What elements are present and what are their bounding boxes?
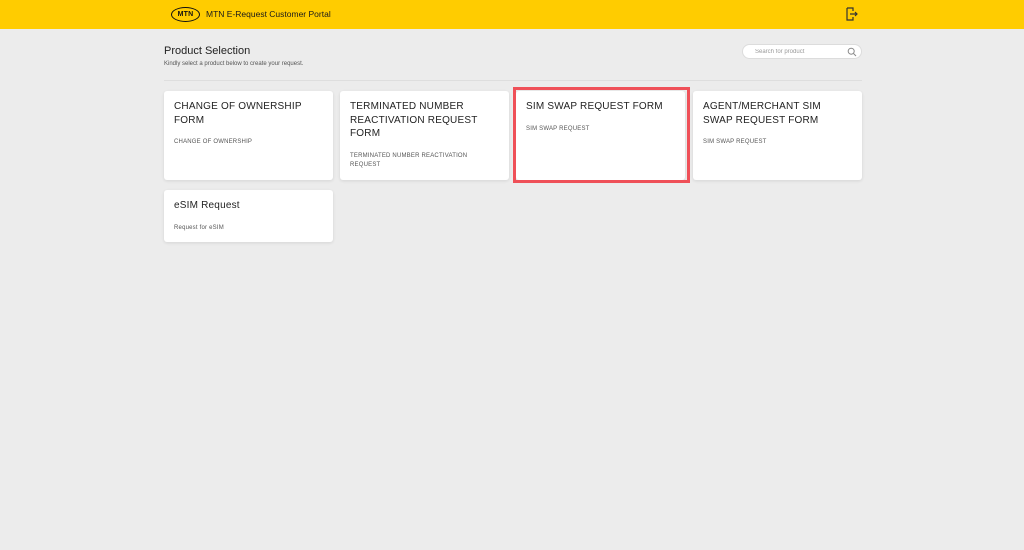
- page-title: Product Selection: [164, 45, 251, 57]
- search-box[interactable]: [742, 44, 862, 59]
- product-card-description: SIM SWAP REQUEST: [526, 125, 590, 132]
- product-card-agent-merchant-sim-swap[interactable]: AGENT/MERCHANT SIM SWAP REQUEST FORM SIM…: [693, 91, 862, 180]
- product-card-description: TERMINATED NUMBER REACTIVATION REQUEST: [350, 152, 468, 169]
- product-card-title: AGENT/MERCHANT SIM SWAP REQUEST FORM: [703, 101, 821, 126]
- search-input[interactable]: [755, 47, 843, 57]
- product-card-terminated-number-reactivation[interactable]: TERMINATED NUMBER REACTIVATION REQUEST F…: [340, 91, 509, 180]
- product-card-description: SIM SWAP REQUEST: [703, 139, 767, 145]
- divider: [164, 80, 862, 81]
- product-card-esim[interactable]: eSIM Request Request for eSIM: [164, 190, 333, 242]
- product-card-sim-swap[interactable]: SIM SWAP REQUEST FORM SIM SWAP REQUEST: [516, 91, 685, 180]
- product-card-title: TERMINATED NUMBER REACTIVATION REQUEST F…: [350, 101, 478, 139]
- product-card-description: CHANGE OF OWNERSHIP: [174, 139, 253, 145]
- product-card-title: eSIM Request: [174, 200, 240, 211]
- app-title: MTN E-Request Customer Portal: [206, 9, 331, 19]
- product-card-description: Request for eSIM: [174, 224, 224, 231]
- logout-door-icon[interactable]: [846, 7, 858, 21]
- top-bar: MTN MTN E-Request Customer Portal: [0, 0, 1024, 29]
- product-card-title: SIM SWAP REQUEST FORM: [526, 101, 663, 112]
- mtn-logo[interactable]: MTN: [171, 7, 200, 22]
- search-icon[interactable]: [847, 47, 857, 57]
- product-card-title: CHANGE OF OWNERSHIP FORM: [174, 101, 302, 126]
- page-subtitle: Kindly select a product below to create …: [164, 61, 304, 67]
- product-card-change-of-ownership[interactable]: CHANGE OF OWNERSHIP FORM CHANGE OF OWNER…: [164, 91, 333, 180]
